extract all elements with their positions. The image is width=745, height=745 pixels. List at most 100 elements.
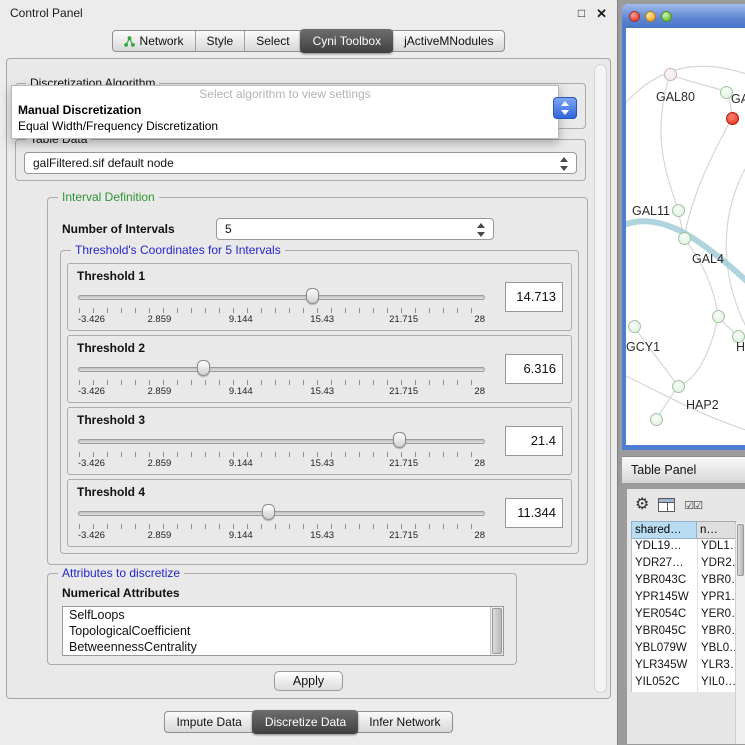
tab-infer-network[interactable]: Infer Network xyxy=(357,712,451,732)
column-header[interactable]: shared… xyxy=(631,521,697,539)
table-row[interactable]: YER054CYER0… xyxy=(632,607,735,624)
slider-track[interactable] xyxy=(78,367,485,372)
zoom-traffic-light-icon[interactable] xyxy=(661,11,672,22)
table-cell[interactable]: YBR045C xyxy=(632,624,698,641)
table-cell[interactable]: YDL1… xyxy=(698,539,735,556)
table-cell[interactable]: YBR0… xyxy=(698,624,735,641)
stepper-arrows-icon[interactable] xyxy=(476,223,485,237)
threshold-value-field[interactable]: 11.344 xyxy=(505,498,563,528)
table-cell[interactable]: YBR0… xyxy=(698,573,735,590)
list-scrollbar-thumb[interactable] xyxy=(492,608,502,654)
slider-ticks xyxy=(79,308,484,313)
threshold-value-field[interactable]: 21.4 xyxy=(505,426,563,456)
node-label: GAL4 xyxy=(692,252,724,266)
threshold-block: Threshold 2-3.4262.8599.14415.4321.71528… xyxy=(67,335,572,403)
attribute-list-item[interactable]: TopologicalCoefficient xyxy=(63,623,503,639)
table-scrollbar-thumb[interactable] xyxy=(737,524,744,576)
scale-tick-label: 21.715 xyxy=(389,386,418,397)
slider-thumb[interactable] xyxy=(197,360,210,376)
table-cell[interactable]: YLR345W xyxy=(632,658,698,675)
close-traffic-light-icon[interactable] xyxy=(629,11,640,22)
list-scrollbar[interactable] xyxy=(490,607,503,655)
table-row[interactable]: YLR345WYLR3… xyxy=(632,658,735,675)
column-header[interactable]: n… xyxy=(697,521,736,539)
slider-scale: -3.4262.8599.14415.4321.71528 xyxy=(78,458,485,469)
gear-icon[interactable]: ⚙ xyxy=(635,497,649,513)
table-cell[interactable]: YER054C xyxy=(632,607,698,624)
network-node[interactable] xyxy=(712,310,725,323)
tab-style[interactable]: Style xyxy=(195,31,245,51)
table-cell[interactable]: YDL19… xyxy=(632,539,698,556)
table-row[interactable]: YBL079WYBL0… xyxy=(632,641,735,658)
table-panel-header[interactable]: Table Panel xyxy=(622,456,745,484)
scale-tick-label: -3.426 xyxy=(78,386,105,397)
algorithm-dropdown: Select algorithm to view settings Manual… xyxy=(11,85,559,139)
combo-arrows-icon[interactable] xyxy=(553,97,577,119)
tab-cyni-toolbox[interactable]: Cyni Toolbox xyxy=(300,29,393,53)
number-of-intervals-select[interactable]: 5 xyxy=(216,218,494,240)
table-cell[interactable]: YDR2… xyxy=(698,556,735,573)
slider-track[interactable] xyxy=(78,295,485,300)
network-window-titlebar xyxy=(622,4,745,28)
attribute-list-item[interactable]: SelfLoops xyxy=(63,607,503,623)
threshold-slider[interactable]: -3.4262.8599.14415.4321.71528 xyxy=(78,503,485,543)
table-cell[interactable]: YBL079W xyxy=(632,641,698,658)
slider-thumb[interactable] xyxy=(393,432,406,448)
table-cell[interactable]: YBL0… xyxy=(698,641,735,658)
table-scrollbar[interactable] xyxy=(735,523,745,744)
table-row[interactable]: YPR145WYPR1… xyxy=(632,590,735,607)
network-canvas[interactable]: GAL80GAGAL11GAL4GCY1HHAP2 xyxy=(626,28,745,445)
close-icon[interactable]: ✕ xyxy=(596,7,607,20)
threshold-value-field[interactable]: 6.316 xyxy=(505,354,563,384)
table-cell[interactable]: YIL0… xyxy=(698,675,735,692)
scale-tick-label: -3.426 xyxy=(78,314,105,325)
minimize-traffic-light-icon[interactable] xyxy=(645,11,656,22)
network-node[interactable] xyxy=(726,112,739,125)
threshold-slider[interactable]: -3.4262.8599.14415.4321.71528 xyxy=(78,287,485,327)
algorithm-option[interactable]: Manual Discretization xyxy=(12,102,558,118)
tab-impute-data[interactable]: Impute Data xyxy=(165,712,252,732)
table-cell[interactable]: YER0… xyxy=(698,607,735,624)
table-row[interactable]: YBR045CYBR0… xyxy=(632,624,735,641)
table-cell[interactable]: YIL052C xyxy=(632,675,698,692)
slider-track[interactable] xyxy=(78,511,485,516)
columns-icon[interactable] xyxy=(658,498,675,512)
float-window-icon[interactable]: □ xyxy=(578,7,585,19)
network-node[interactable] xyxy=(628,320,641,333)
table-cell[interactable]: YBR043C xyxy=(632,573,698,590)
threshold-slider[interactable]: -3.4262.8599.14415.4321.71528 xyxy=(78,431,485,471)
panel-scrollbar[interactable] xyxy=(594,64,607,693)
table-row[interactable]: YBR043CYBR0… xyxy=(632,573,735,590)
table-cell[interactable]: YLR3… xyxy=(698,658,735,675)
table-cell[interactable]: YPR145W xyxy=(632,590,698,607)
tab-network[interactable]: Network xyxy=(113,31,195,51)
table-cell[interactable]: YPR1… xyxy=(698,590,735,607)
numerical-attributes-list[interactable]: SelfLoopsTopologicalCoefficientBetweenne… xyxy=(62,606,504,656)
table-row[interactable]: YIL052CYIL0… xyxy=(632,675,735,692)
tab-select[interactable]: Select xyxy=(244,31,300,51)
threshold-block: Threshold 3-3.4262.8599.14415.4321.71528… xyxy=(67,407,572,475)
slider-track[interactable] xyxy=(78,439,485,444)
table-panel-title: Table Panel xyxy=(631,463,696,477)
table-data-select[interactable]: galFiltered.sif default node xyxy=(24,152,577,174)
top-tabbar-wrap: NetworkStyleSelectCyni ToolboxjActiveMNo… xyxy=(0,26,617,56)
network-node[interactable] xyxy=(650,413,663,426)
select-columns-icon[interactable]: ☑☑ xyxy=(684,499,702,512)
table-row[interactable]: YDR27…YDR2… xyxy=(632,556,735,573)
threshold-slider[interactable]: -3.4262.8599.14415.4321.71528 xyxy=(78,359,485,399)
table-cell[interactable]: YDR27… xyxy=(632,556,698,573)
slider-thumb[interactable] xyxy=(306,288,319,304)
network-node[interactable] xyxy=(672,380,685,393)
tab-jactivemnodules[interactable]: jActiveMNodules xyxy=(392,31,504,51)
slider-thumb[interactable] xyxy=(262,504,275,520)
table-row[interactable]: YDL19…YDL1… xyxy=(632,539,735,556)
apply-button[interactable]: Apply xyxy=(274,671,343,691)
network-node[interactable] xyxy=(672,204,685,217)
tab-discretize-data[interactable]: Discretize Data xyxy=(252,710,358,734)
network-node[interactable] xyxy=(678,232,691,245)
network-node[interactable] xyxy=(664,68,677,81)
algorithm-option[interactable]: Equal Width/Frequency Discretization xyxy=(12,118,558,134)
threshold-value-field[interactable]: 14.713 xyxy=(505,282,563,312)
stepper-arrows-icon[interactable] xyxy=(559,157,568,171)
attribute-list-item[interactable]: BetweennessCentrality xyxy=(63,639,503,655)
